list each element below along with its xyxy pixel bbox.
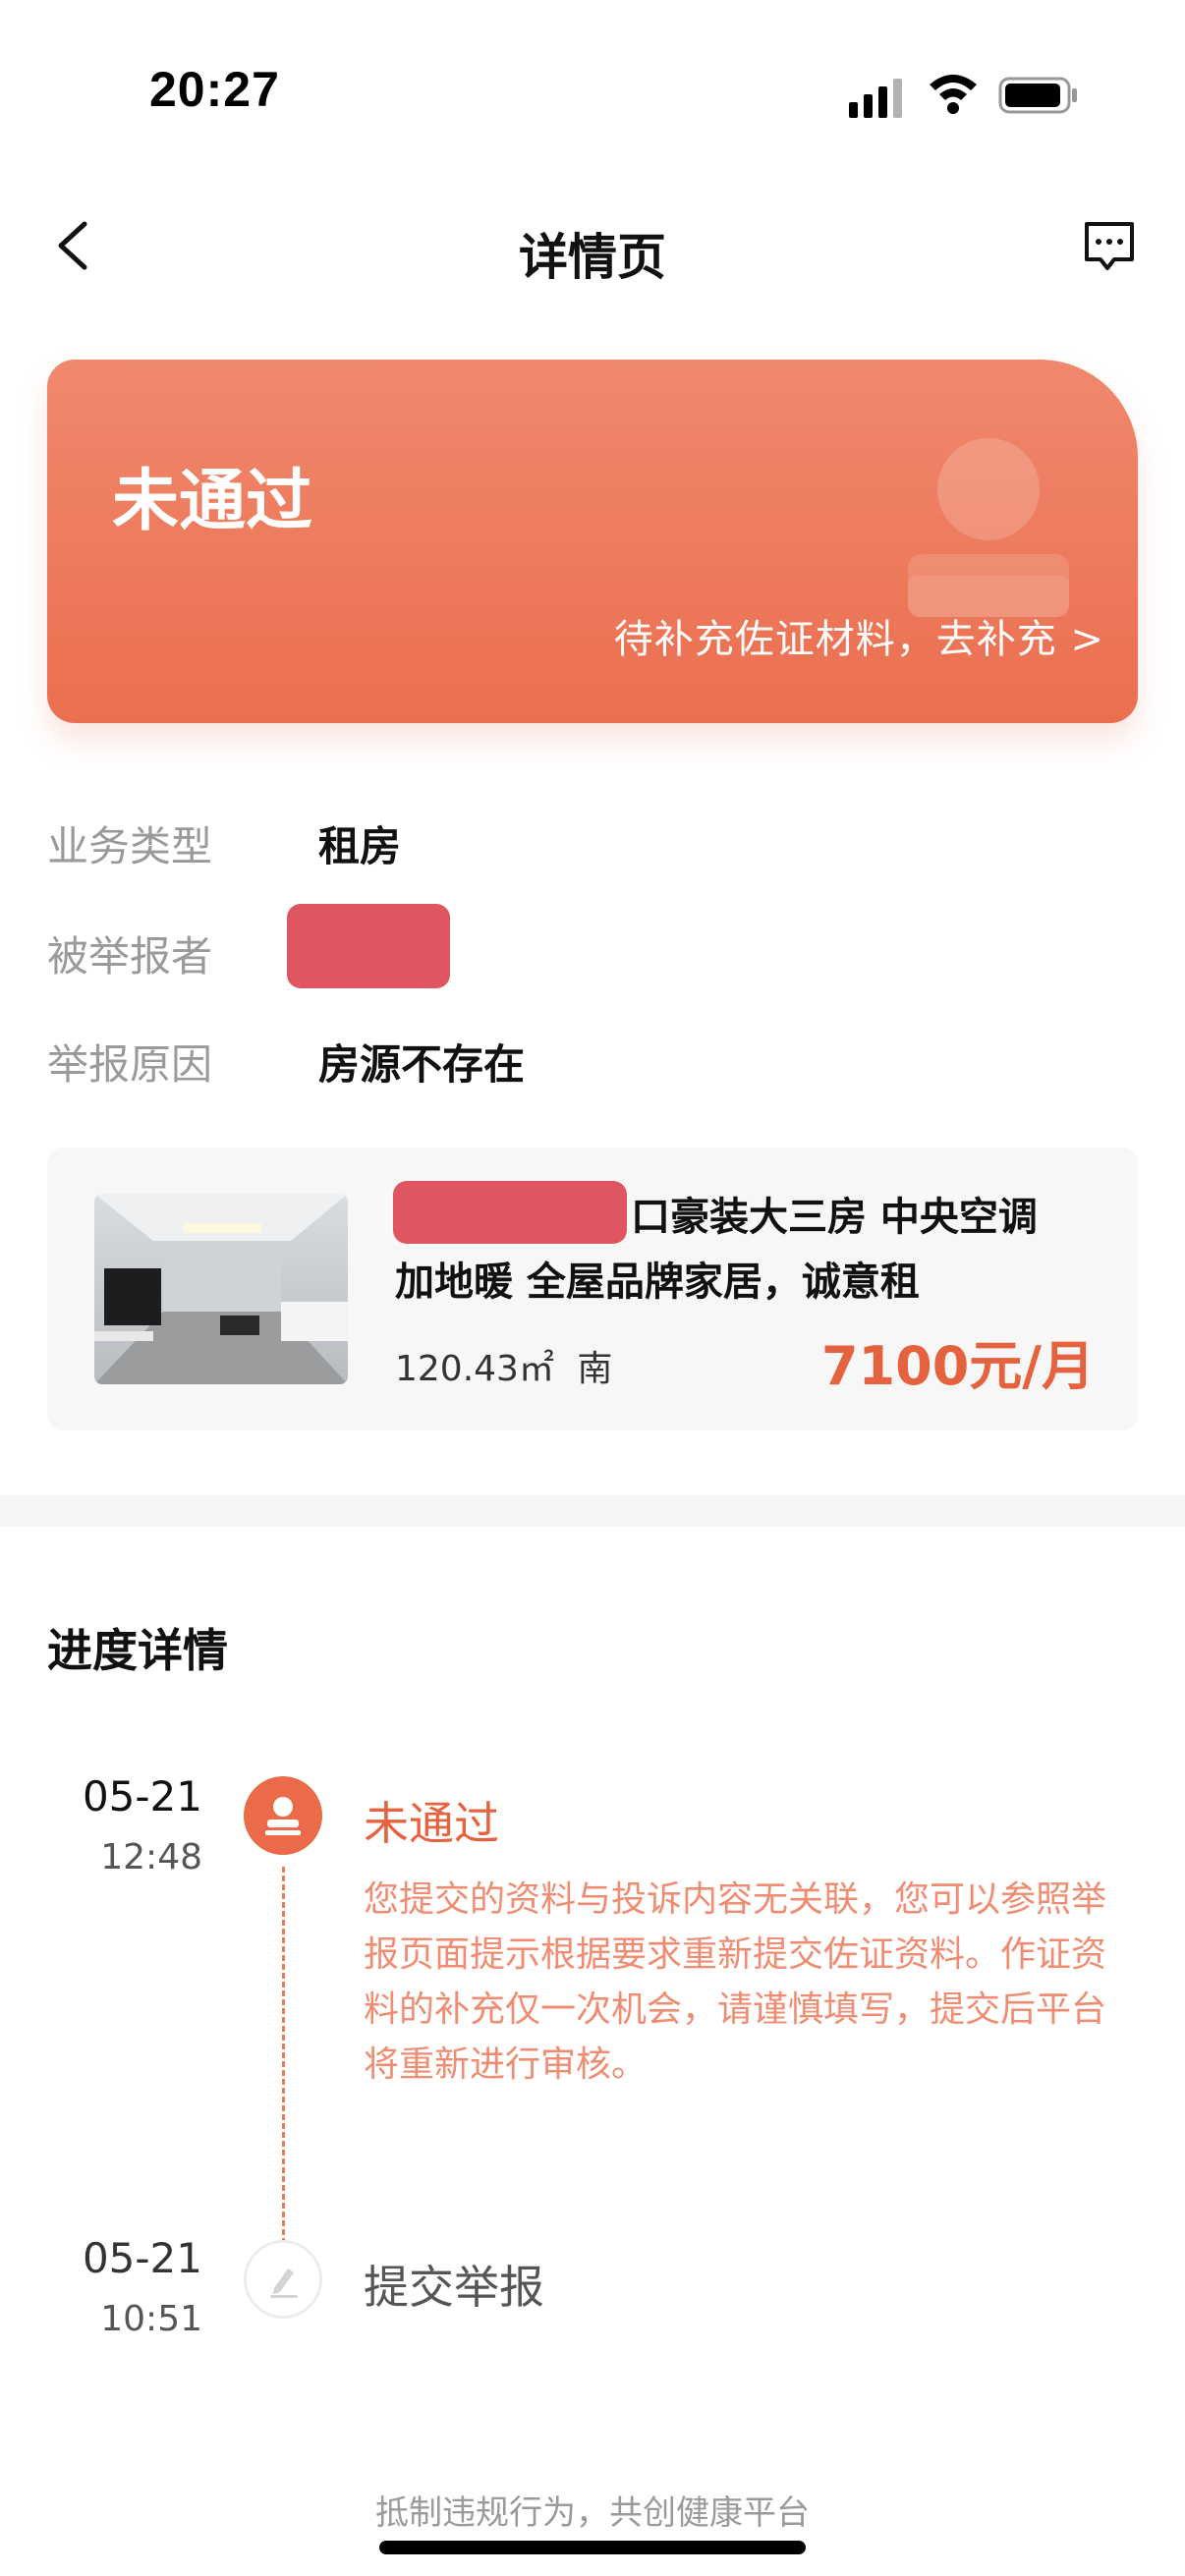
message-icon[interactable] — [1081, 218, 1138, 275]
banner-status-text: 未通过 — [112, 463, 313, 540]
timeline-status: 未通过 — [364, 1797, 499, 1850]
pencil-icon — [270, 2268, 298, 2298]
reported-party-redaction — [287, 904, 450, 988]
house-orientation: 南 — [577, 1349, 613, 1389]
house-title-text: 口豪装大三房 中央空调加地暖 全屋品牌家居，诚意租 — [395, 1195, 1038, 1305]
house-area: 120.43㎡ — [395, 1349, 554, 1389]
timeline-connector — [282, 1867, 285, 2244]
footer-slogan: 抵制违规行为，共创健康平台 — [375, 2493, 810, 2533]
timeline-description: 您提交的资料与投诉内容无关联，您可以参照举报页面提示根据要求重新提交佐证资料。作… — [364, 1879, 1107, 2085]
timeline-time: 12:48 — [100, 1837, 202, 1877]
house-meta: 120.43㎡ 南 — [395, 1340, 612, 1391]
timeline-time: 10:51 — [100, 2299, 202, 2339]
page-title: 详情页 — [519, 229, 666, 286]
home-indicator[interactable] — [379, 2541, 806, 2554]
timeline-date: 05-21 — [82, 2234, 202, 2282]
wifi-icon — [930, 75, 977, 114]
timeline-date: 05-21 — [82, 1772, 202, 1820]
progress-section-title: 进度详情 — [47, 1624, 228, 1677]
report-reason-value: 房源不存在 — [318, 1040, 526, 1089]
status-banner: 未通过 待补充佐证材料，去补充 > — [47, 360, 1138, 723]
timeline-status: 提交举报 — [364, 2261, 544, 2314]
cellular-signal-icon — [849, 79, 902, 118]
supplement-evidence-link[interactable]: 待补充佐证材料，去补充 > — [614, 607, 1104, 664]
battery-icon — [998, 77, 1077, 114]
business-type-value: 租房 — [318, 822, 402, 870]
house-title: 口豪装大三房 中央空调加地暖 全屋品牌家居，诚意租 — [395, 1185, 1073, 1315]
report-reason-label: 举报原因 — [47, 1040, 213, 1089]
timeline-node-active — [244, 1776, 322, 1855]
house-thumbnail — [94, 1194, 348, 1384]
status-time: 20:27 — [149, 62, 280, 117]
timeline-node-idle — [244, 2240, 322, 2319]
section-divider — [0, 1495, 1185, 1527]
person-icon — [265, 1797, 301, 1835]
reported-party-label: 被举报者 — [47, 932, 213, 980]
business-type-label: 业务类型 — [47, 822, 213, 870]
house-price: 7100元/月 — [820, 1335, 1095, 1397]
